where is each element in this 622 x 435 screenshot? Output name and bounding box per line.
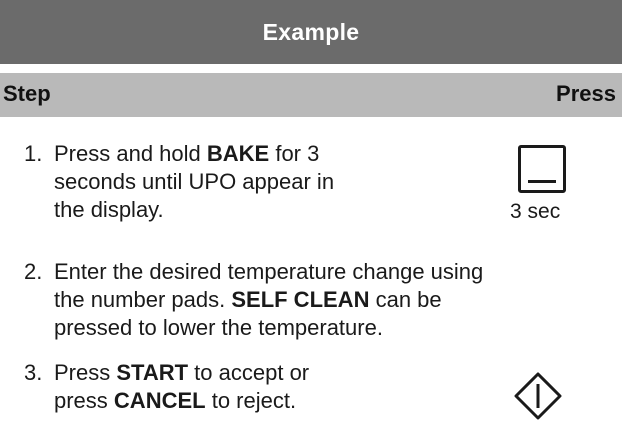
title-bar: Example [0,0,622,64]
step-text: Enter the desired temperature change usi… [54,259,484,284]
step-3-number: 3. [24,360,43,385]
step-key-name: SELF CLEAN [231,287,370,312]
step-3-line-1: 3. Press START to accept or [24,359,309,387]
step-text: can be [369,287,442,312]
step-text: press [54,388,114,413]
bake-key-bar [528,180,556,183]
start-icon [514,372,562,420]
step-key-name: START [116,360,189,385]
column-header-bar: Step Press [0,73,622,117]
step-1-line-3: the display. [54,197,164,222]
step-3: 3. Press START to accept or press CANCEL … [24,359,309,415]
page-title: Example [262,18,360,45]
step-text: to accept or [188,360,310,385]
step-key-name: CANCEL [113,388,206,413]
step-1-number: 1. [24,141,43,166]
step-1-line-1: 1. Press and hold BAKE for 3 [24,140,334,168]
bake-key-icon [518,145,566,193]
step-text: Press and hold [54,141,207,166]
step-text: the number pads. [54,287,232,312]
step-column-header: Step [3,81,51,106]
step-2-number: 2. [24,259,43,284]
step-key-name: BAKE [206,141,270,166]
step-text: Press [54,360,117,385]
press-duration-label: 3 sec [510,200,561,223]
step-1: 1. Press and hold BAKE for 3 seconds unti… [24,140,334,224]
step-2-line-3: pressed to lower the temperature. [54,315,383,340]
step-2: 2. Enter the desired temperature change u… [24,258,483,342]
step-text: to reject. [205,388,297,413]
step-3-line-2: press CANCEL to reject. [24,387,309,415]
step-text: for 3 [269,141,320,166]
step-2-line-2: the number pads. SELF CLEAN can be [24,286,483,314]
step-1-line-2: seconds until UPO appear in [54,169,335,194]
step-2-line-1: 2. Enter the desired temperature change u… [24,258,483,286]
press-column-header: Press [556,81,616,106]
